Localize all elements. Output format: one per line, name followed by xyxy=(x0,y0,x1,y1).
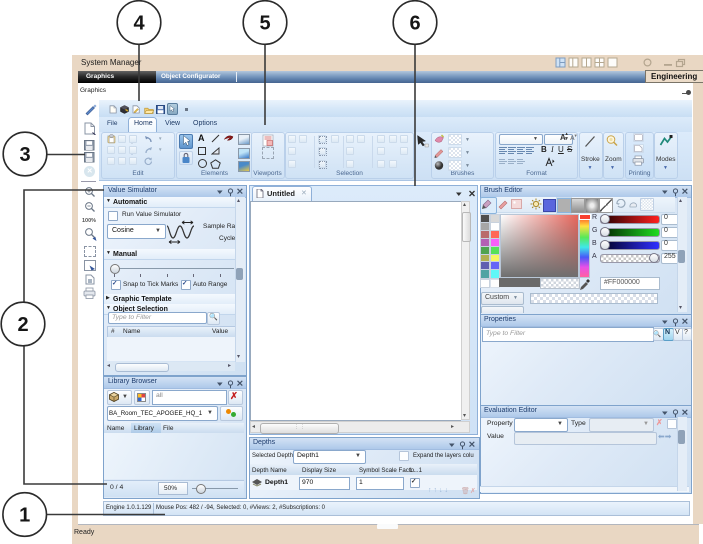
svg-text:1: 1 xyxy=(19,505,30,527)
svg-text:2: 2 xyxy=(17,314,28,336)
svg-text:3: 3 xyxy=(19,144,30,166)
svg-text:4: 4 xyxy=(133,13,145,35)
svg-text:6: 6 xyxy=(409,13,420,35)
svg-text:5: 5 xyxy=(259,13,270,35)
